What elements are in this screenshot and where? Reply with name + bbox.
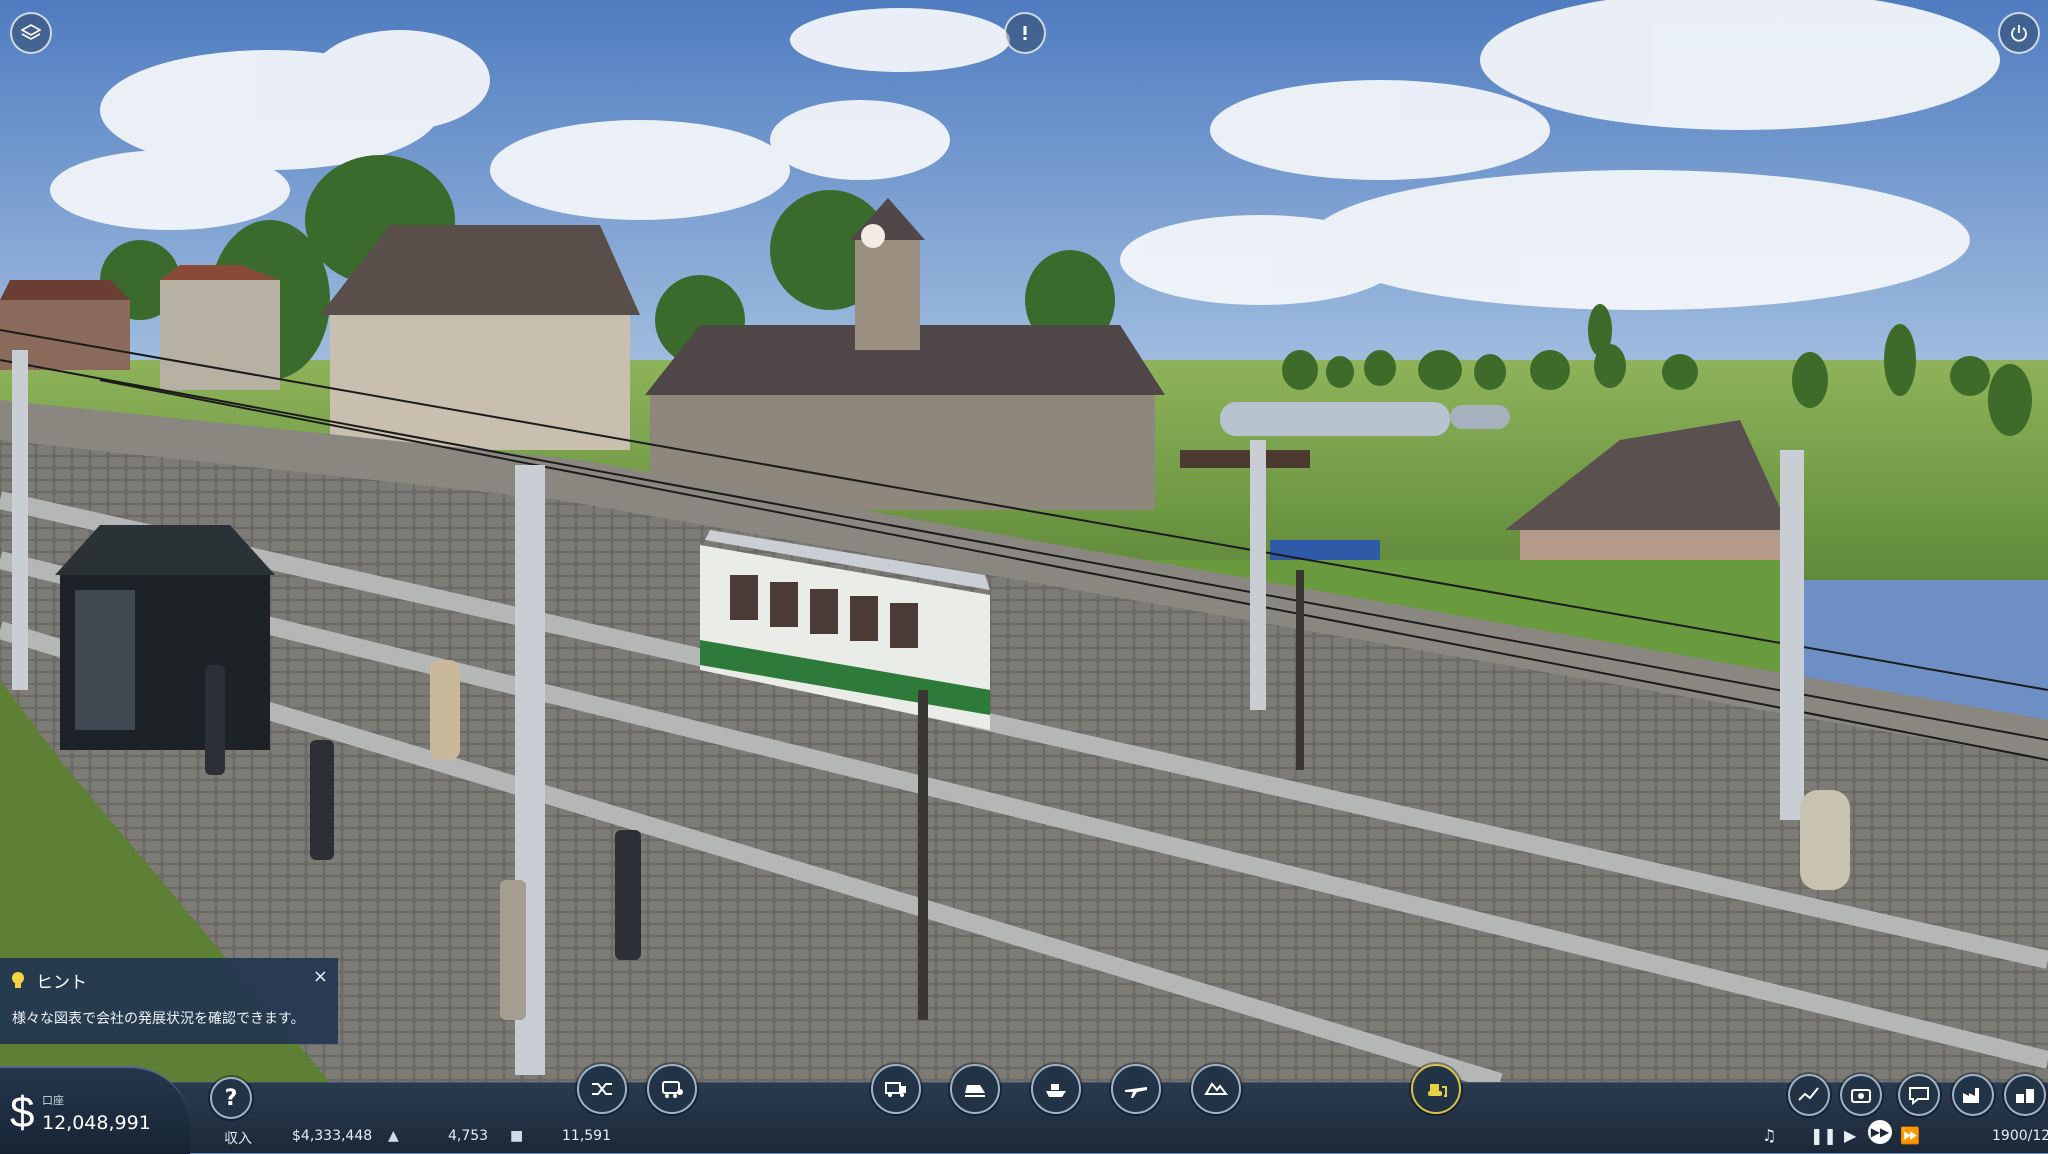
industry-icon <box>1963 1088 1979 1103</box>
town-icon <box>2016 1089 2034 1103</box>
fast-forward-icon[interactable]: ▶▶ <box>1868 1120 1892 1144</box>
vehicle-manager-button[interactable] <box>647 1064 697 1114</box>
cargo-value: 11,591 <box>562 1128 611 1144</box>
terrain-icon <box>1204 1082 1228 1095</box>
lightbulb-icon <box>12 971 24 988</box>
help-label: ? <box>224 1085 238 1111</box>
account-balance-panel[interactable]: $ 口座 12,048,991 <box>0 1066 190 1154</box>
line-graph-icon <box>1798 1087 1819 1101</box>
income-value: $4,333,448 <box>292 1128 373 1144</box>
play-icon[interactable]: ▶ <box>1844 1126 1856 1145</box>
towns-button[interactable] <box>2004 1074 2046 1116</box>
industries-button[interactable] <box>1952 1074 1994 1116</box>
ships-button[interactable] <box>1031 1064 1081 1114</box>
music-icon[interactable]: ♫ <box>1762 1126 1776 1145</box>
shuffle-lines-icon <box>592 1083 612 1095</box>
exclamation-icon <box>1023 26 1027 40</box>
power-icon <box>2011 25 2027 42</box>
street-lamp-far <box>1296 570 1304 770</box>
messages-button[interactable] <box>1898 1074 1940 1116</box>
income-label: 収入 <box>224 1131 252 1147</box>
vehicle-manager-icon <box>662 1081 683 1098</box>
train-icon <box>965 1085 985 1097</box>
hint-header: ヒント <box>10 968 87 993</box>
layers-icon <box>21 24 41 40</box>
alerts-button[interactable] <box>1004 12 1046 54</box>
road-vehicles-button[interactable] <box>871 1064 921 1114</box>
passenger-icon: ▲ <box>388 1128 399 1144</box>
layers-button[interactable] <box>10 12 52 54</box>
balance-label: 口座 <box>42 1094 64 1107</box>
terrain-button[interactable] <box>1191 1064 1241 1114</box>
tram-shelter <box>55 525 275 750</box>
hint-close-button[interactable]: × <box>313 966 328 987</box>
trains-button[interactable] <box>950 1064 1000 1114</box>
hint-text: 様々な図表で会社の発展状況を確認できます。 <box>12 1011 305 1027</box>
line-statistics-button[interactable] <box>1788 1074 1830 1116</box>
bulldozer-button[interactable] <box>1411 1064 1461 1114</box>
messages-icon <box>1909 1087 1929 1106</box>
line-manager-button[interactable] <box>577 1064 627 1114</box>
plane-icon <box>1125 1087 1147 1098</box>
road-vehicle-icon <box>885 1082 906 1097</box>
planes-button[interactable] <box>1111 1064 1161 1114</box>
cargo-icon: ■ <box>510 1128 524 1144</box>
pause-icon[interactable]: ❚❚ <box>1810 1126 1837 1145</box>
balance-value: 12,048,991 <box>42 1112 151 1134</box>
fastest-forward-icon[interactable]: ⏩ <box>1900 1126 1920 1145</box>
game-date: 1900/12/16 <box>1992 1128 2048 1144</box>
power-menu-button[interactable] <box>1998 12 2040 54</box>
ship-icon <box>1046 1084 1066 1097</box>
passengers-value: 4,753 <box>448 1128 489 1144</box>
company-finances-icon <box>1851 1089 1871 1103</box>
street-lamp <box>918 690 928 1020</box>
bulldozer-icon <box>1428 1084 1447 1097</box>
dollar-icon: $ <box>10 1088 35 1137</box>
company-button[interactable] <box>1840 1074 1882 1116</box>
help-button[interactable]: ? <box>210 1077 252 1119</box>
hint-title: ヒント <box>36 973 87 993</box>
hint-panel: ヒント × 様々な図表で会社の発展状況を確認できます。 <box>0 958 338 1044</box>
